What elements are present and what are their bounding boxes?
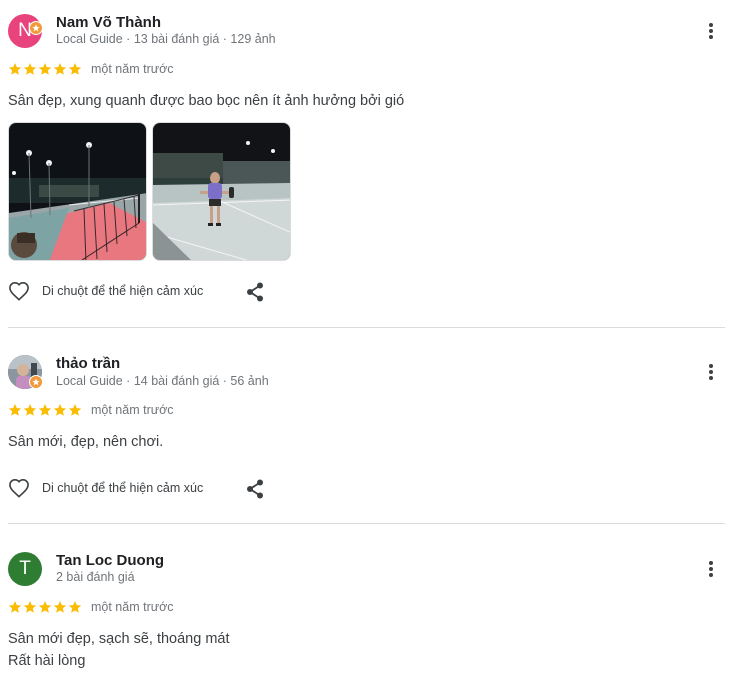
author-name[interactable]: Nam Võ Thành (56, 14, 161, 31)
author-name[interactable]: thảo trần (56, 355, 120, 372)
star-rating (8, 62, 82, 76)
author-meta: Local Guide · 14 bài đánh giá · 56 ảnh (56, 374, 269, 388)
react-label: Di chuột để thể hiện cảm xúc (42, 481, 204, 495)
share-button[interactable] (244, 281, 266, 303)
share-icon (247, 479, 263, 499)
author-name[interactable]: Tan Loc Duong (56, 552, 164, 569)
star-icon (38, 404, 52, 416)
divider (8, 327, 725, 328)
star-icon (53, 601, 67, 613)
review-text-line: Sân đẹp, xung quanh được bao bọc nên ít … (8, 93, 405, 109)
star-icon (8, 63, 22, 75)
star-rating (8, 600, 82, 614)
more-vert-icon (709, 23, 713, 39)
star-icon (8, 404, 22, 416)
court-net-photo (9, 123, 146, 260)
star-icon (23, 404, 37, 416)
star-icon (8, 601, 22, 613)
react-button[interactable]: Di chuột để thể hiện cảm xúc (8, 478, 203, 498)
local-guide-badge-icon (29, 21, 43, 35)
share-button[interactable] (244, 478, 266, 500)
more-options-button[interactable] (700, 558, 722, 580)
star-rating (8, 403, 82, 417)
react-label: Di chuột để thể hiện cảm xúc (42, 284, 204, 298)
react-button[interactable]: Di chuột để thể hiện cảm xúc (8, 281, 203, 301)
review-text-line: Rất hài lòng (8, 653, 86, 669)
author-meta: 2 bài đánh giá (56, 570, 135, 584)
star-icon (38, 601, 52, 613)
author-meta: Local Guide · 13 bài đánh giá · 129 ảnh (56, 32, 276, 46)
review-time: một năm trước (91, 600, 174, 614)
heart-outline-icon (9, 281, 29, 301)
avatar[interactable]: T (8, 552, 42, 586)
star-icon (68, 601, 82, 613)
star-icon (68, 63, 82, 75)
review-time: một năm trước (91, 62, 174, 76)
review-text: Sân đẹp, xung quanh được bao bọc nên ít … (8, 90, 404, 112)
more-options-button[interactable] (700, 361, 722, 383)
star-icon (53, 404, 67, 416)
local-guide-badge-icon (29, 375, 43, 389)
more-vert-icon (709, 364, 713, 380)
more-vert-icon (709, 561, 713, 577)
star-icon (23, 601, 37, 613)
review-text: Sân mới, đẹp, nên chơi. (8, 431, 163, 453)
review-photo[interactable] (152, 122, 291, 261)
star-icon (23, 63, 37, 75)
share-icon (247, 282, 263, 302)
review-time: một năm trước (91, 403, 174, 417)
player-on-court-photo (153, 123, 290, 260)
avatar-letter: T (19, 558, 31, 579)
review-text: Sân mới đẹp, sạch sẽ, thoáng mát Rất hài… (8, 628, 230, 672)
more-options-button[interactable] (700, 20, 722, 42)
star-icon (38, 63, 52, 75)
review-text-line: Sân mới, đẹp, nên chơi. (8, 434, 164, 450)
divider (8, 523, 725, 524)
heart-outline-icon (9, 478, 29, 498)
review-photo[interactable] (8, 122, 147, 261)
review-text-line: Sân mới đẹp, sạch sẽ, thoáng mát (8, 631, 230, 647)
star-icon (53, 63, 67, 75)
star-icon (68, 404, 82, 416)
